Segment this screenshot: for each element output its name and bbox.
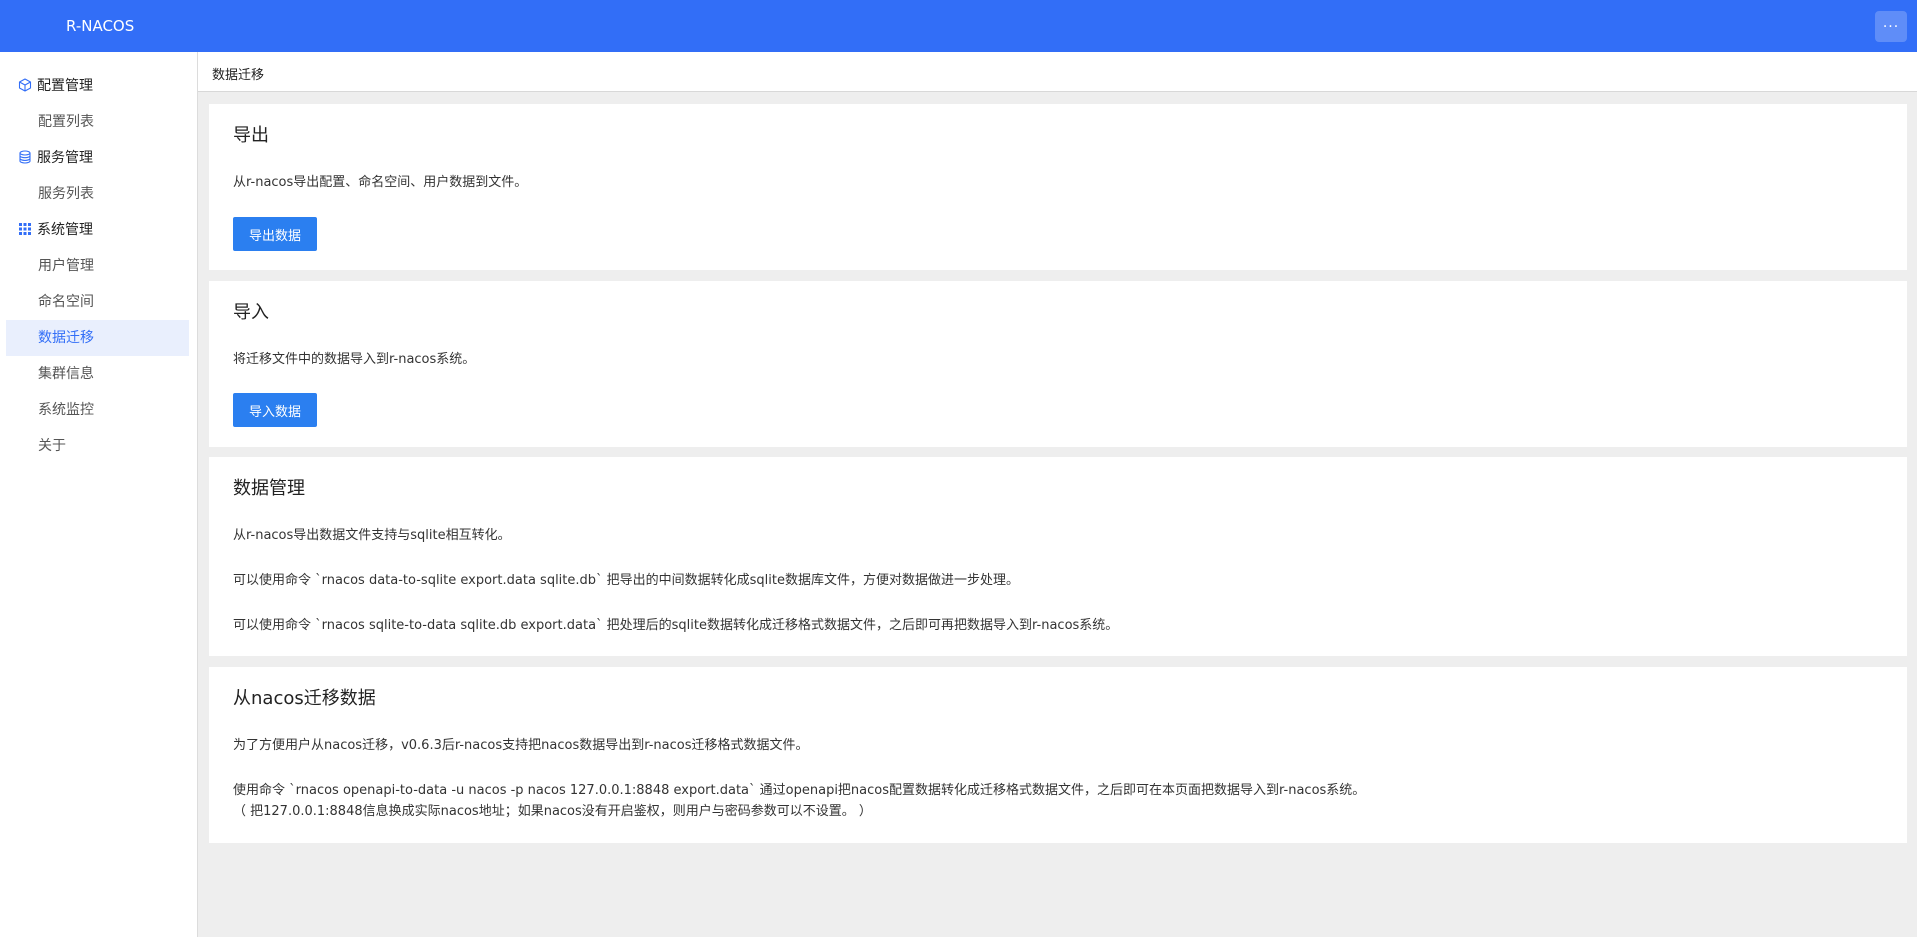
sidebar-item-data-migration[interactable]: 数据迁移 (6, 320, 189, 356)
import-description: 将迁移文件中的数据导入到r-nacos系统。 (233, 352, 476, 367)
sidebar-item-namespace[interactable]: 命名空间 (6, 284, 189, 320)
page-title: 数据迁移 (212, 68, 265, 83)
data-management-card: 数据管理 从r-nacos导出数据文件支持与sqlite相互转化。 可以使用命令… (209, 457, 1907, 656)
sidebar-group-label: 服务管理 (37, 150, 93, 166)
data-management-title: 数据管理 (233, 478, 305, 499)
sidebar-group-label: 系统管理 (37, 222, 93, 238)
export-title: 导出 (233, 125, 269, 146)
cube-icon (18, 78, 32, 92)
sidebar: 配置管理 配置列表 服务管理 服务列表 系统管理 用户管理 命名空间 数据迁移 … (0, 52, 198, 937)
sidebar-group-service[interactable]: 服务管理 (18, 147, 93, 167)
data-management-line: 可以使用命令 `rnacos data-to-sqlite export.dat… (233, 573, 1020, 588)
data-management-line: 从r-nacos导出数据文件支持与sqlite相互转化。 (233, 528, 511, 543)
sidebar-item-about[interactable]: 关于 (6, 428, 189, 464)
sidebar-group-config[interactable]: 配置管理 (18, 75, 93, 95)
sidebar-item-config-list[interactable]: 配置列表 (6, 104, 189, 140)
nacos-migration-line: 使用命令 `rnacos openapi-to-data -u nacos -p… (233, 783, 1366, 798)
import-title: 导入 (233, 302, 269, 323)
nacos-migration-title: 从nacos迁移数据 (233, 688, 376, 709)
sidebar-item-user-management[interactable]: 用户管理 (6, 248, 189, 284)
more-horizontal-icon: ··· (1882, 18, 1900, 35)
more-options-button[interactable]: ··· (1875, 11, 1907, 42)
brand-title: R-NACOS (66, 17, 135, 35)
sidebar-item-service-list[interactable]: 服务列表 (6, 176, 189, 212)
sidebar-item-system-monitor[interactable]: 系统监控 (6, 392, 189, 428)
export-card: 导出 从r-nacos导出配置、命名空间、用户数据到文件。 导出数据 (209, 104, 1907, 270)
sidebar-group-system[interactable]: 系统管理 (18, 219, 93, 239)
breadcrumb: 数据迁移 (198, 52, 1917, 92)
export-data-button[interactable]: 导出数据 (233, 217, 317, 251)
top-bar: R-NACOS ··· (0, 0, 1917, 52)
export-description: 从r-nacos导出配置、命名空间、用户数据到文件。 (233, 175, 528, 190)
nacos-migration-card: 从nacos迁移数据 为了方便用户从nacos迁移，v0.6.3后r-nacos… (209, 667, 1907, 843)
data-management-line: 可以使用命令 `rnacos sqlite-to-data sqlite.db … (233, 618, 1119, 633)
sidebar-item-cluster-info[interactable]: 集群信息 (6, 356, 189, 392)
nacos-migration-line: 为了方便用户从nacos迁移，v0.6.3后r-nacos支持把nacos数据导… (233, 738, 809, 753)
grid-icon (18, 222, 32, 236)
sidebar-group-label: 配置管理 (37, 78, 93, 94)
nacos-migration-line: （ 把127.0.0.1:8848信息换成实际nacos地址；如果nacos没有… (233, 804, 872, 819)
import-card: 导入 将迁移文件中的数据导入到r-nacos系统。 导入数据 (209, 281, 1907, 447)
database-icon (18, 150, 32, 164)
import-data-button[interactable]: 导入数据 (233, 393, 317, 427)
